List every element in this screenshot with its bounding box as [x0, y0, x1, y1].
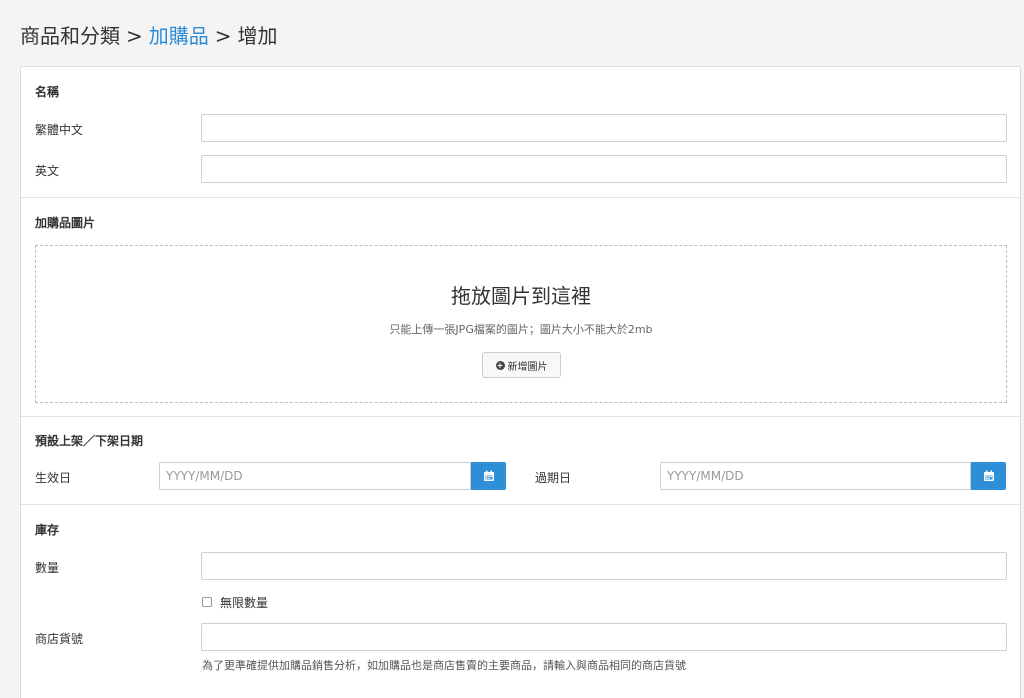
calendar-icon: [983, 470, 994, 481]
end-date-label: 過期日: [535, 471, 572, 485]
start-date-calendar-button[interactable]: [471, 462, 506, 490]
breadcrumb-current: 增加: [237, 24, 278, 48]
start-date-label: 生效日: [35, 471, 72, 485]
date-section: 預設上架／下架日期 生效日 YYYY/MM/DD 過期日 YYYY/MM/DD: [21, 417, 1020, 505]
unlimited-quantity-checkbox[interactable]: [202, 597, 212, 607]
start-date-input[interactable]: YYYY/MM/DD: [159, 462, 471, 490]
breadcrumb-separator: >: [126, 24, 143, 48]
dropzone-title: 拖放圖片到這裡: [451, 284, 591, 308]
image-dropzone[interactable]: 拖放圖片到這裡 只能上傳一張JPG檔案的圖片；圖片大小不能大於2mb + 新增圖…: [35, 245, 1007, 403]
name-zh-label: 繁體中文: [35, 123, 84, 137]
image-section: 加購品圖片 拖放圖片到這裡 只能上傳一張JPG檔案的圖片；圖片大小不能大於2mb…: [21, 198, 1020, 417]
breadcrumb: 商品和分類 > 加購品 > 增加: [20, 20, 278, 49]
quantity-label: 數量: [35, 561, 60, 575]
name-zh-input[interactable]: [201, 114, 1007, 142]
sku-label: 商店貨號: [35, 632, 84, 646]
image-section-title: 加購品圖片: [35, 216, 96, 230]
end-date-input[interactable]: YYYY/MM/DD: [660, 462, 971, 490]
breadcrumb-separator: >: [214, 24, 232, 48]
name-section: 名稱 繁體中文 英文: [21, 67, 1020, 198]
date-section-title: 預設上架／下架日期: [35, 434, 144, 448]
stock-section: 庫存 數量 無限數量 商店貨號 為了更準確提供加購品銷售分析，如加購品也是商店售…: [21, 505, 1020, 698]
add-image-button[interactable]: + 新增圖片: [482, 352, 561, 378]
breadcrumb-addons-link[interactable]: 加購品: [149, 24, 209, 48]
name-en-input[interactable]: [201, 155, 1007, 183]
breadcrumb-products-categories: 商品和分類: [20, 24, 120, 48]
unlimited-quantity-label[interactable]: 無限數量: [220, 594, 268, 611]
stock-section-title: 庫存: [35, 523, 60, 537]
plus-circle-icon: +: [495, 360, 505, 370]
add-image-label: 新增圖片: [507, 361, 548, 373]
dropzone-hint: 只能上傳一張JPG檔案的圖片；圖片大小不能大於2mb: [389, 323, 653, 336]
sku-input[interactable]: [201, 623, 1007, 651]
addon-form-panel: 名稱 繁體中文 英文 加購品圖片 拖放圖片到這裡 只能上傳一張JPG檔案的圖片；…: [20, 66, 1021, 698]
name-section-title: 名稱: [35, 85, 60, 99]
sku-help-text: 為了更準確提供加購品銷售分析，如加購品也是商店售賣的主要商品，請輸入與商品相同的…: [202, 659, 686, 672]
calendar-icon: [483, 470, 494, 481]
end-date-calendar-button[interactable]: [971, 462, 1006, 490]
name-en-label: 英文: [35, 164, 60, 178]
quantity-input[interactable]: [201, 552, 1007, 580]
